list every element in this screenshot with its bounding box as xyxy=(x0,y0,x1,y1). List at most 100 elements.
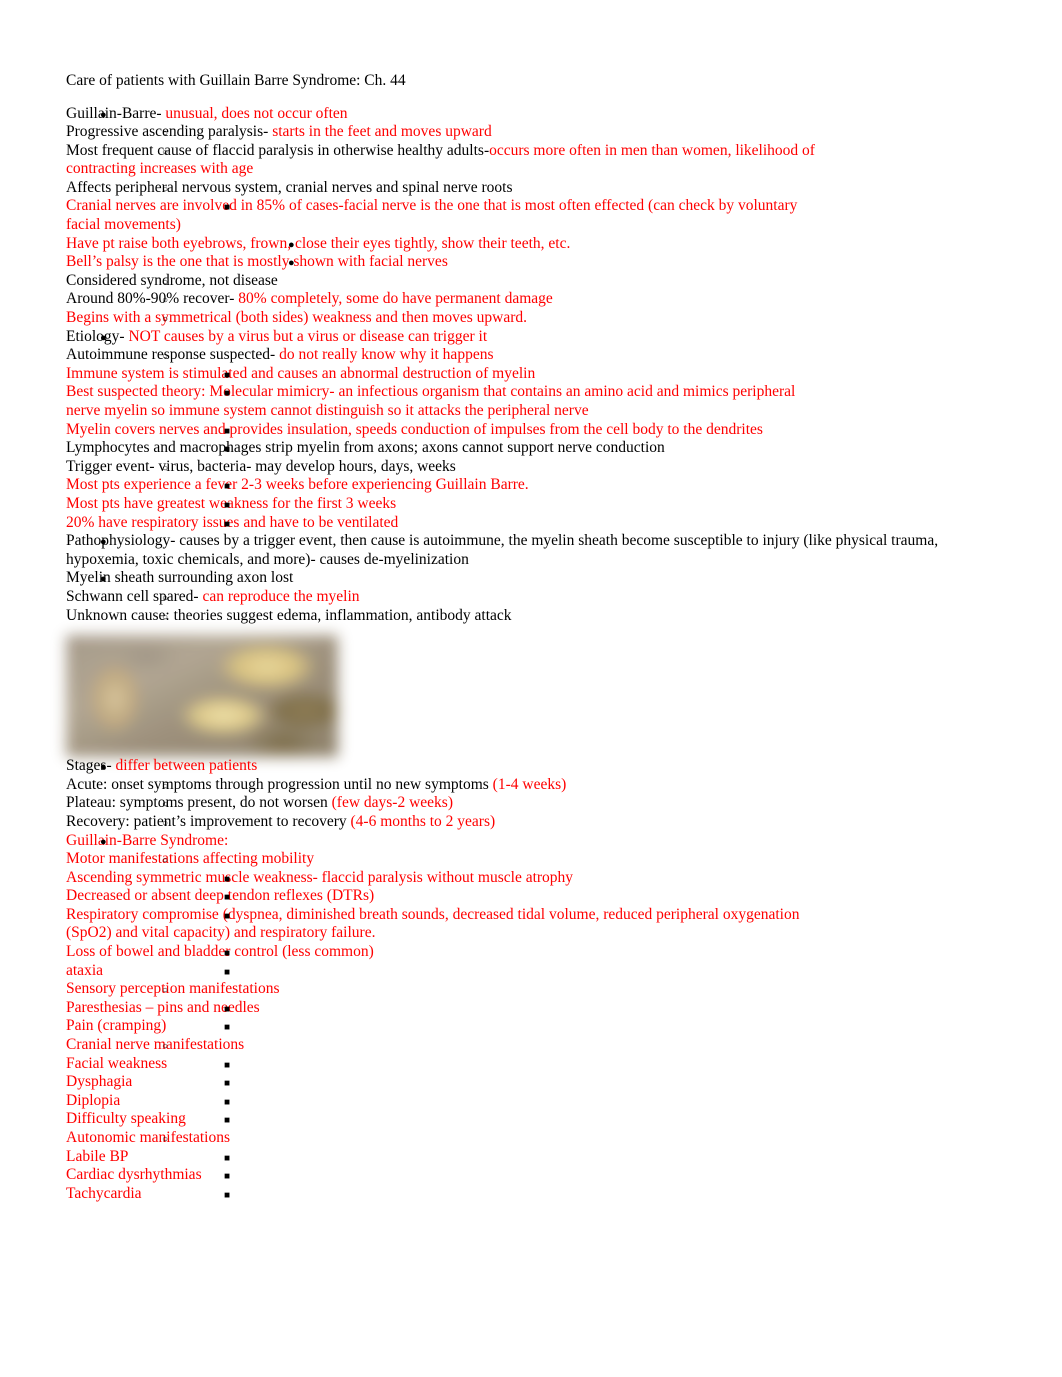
list-item-text-highlight: Have pt raise both eyebrows, frown, clos… xyxy=(66,234,571,252)
bullet-circle-icon xyxy=(162,458,184,479)
list-item-text-highlight: Best suspected theory: Molecular mimicry… xyxy=(66,383,800,419)
list-item: Acute: onset symptoms through progressio… xyxy=(66,776,1002,795)
bullet-square-icon xyxy=(224,421,246,442)
bullet-circle-icon xyxy=(162,290,184,311)
list-item-text-highlight: Motor manifestations affecting mobility xyxy=(66,850,315,868)
bullet-circle-icon xyxy=(162,794,184,815)
list-item-text: Lymphocytes and macrophages strip myelin… xyxy=(66,439,665,457)
list-item-text: Plateau: symptoms present, do not worsen xyxy=(66,794,332,812)
bullet-disc-icon xyxy=(100,569,122,589)
list-item: Best suspected theory: Molecular mimicry… xyxy=(66,383,1002,420)
list-item: Tachycardia xyxy=(66,1185,1002,1204)
bullet-square-icon xyxy=(224,365,246,386)
list-item-text-highlight: Cardiac dysrhythmias xyxy=(66,1166,202,1184)
list-item-text: Unknown cause: theories suggest edema, i… xyxy=(66,606,512,624)
list-item-text-highlight: Immune system is stimulated and causes a… xyxy=(66,364,536,382)
list-item: Autoimmune response suspected- do not re… xyxy=(66,346,1002,365)
list-item: Pain (cramping) xyxy=(66,1017,1002,1036)
list-item-text-highlight: Ascending symmetric muscle weakness- fla… xyxy=(66,868,574,886)
bullet-square-icon xyxy=(224,1092,246,1113)
list-item-text-highlight: (few days-2 weeks) xyxy=(331,794,453,812)
bullet-square-icon xyxy=(224,197,246,218)
list-item: Recovery: patient’s improvement to recov… xyxy=(66,813,1002,832)
list-item-text-highlight: Tachycardia xyxy=(66,1184,142,1202)
list-item: Paresthesias – pins and needles xyxy=(66,999,1002,1018)
list-item: Dysphagia xyxy=(66,1073,1002,1092)
bullet-circle-icon xyxy=(162,142,184,163)
list-item: Pathophysiology- causes by a trigger eve… xyxy=(66,532,1002,569)
list-item: Considered syndrome, not disease xyxy=(66,272,1002,291)
list-item: Affects peripheral nervous system, crani… xyxy=(66,179,1002,198)
list-item: Begins with a symmetrical (both sides) w… xyxy=(66,309,1002,328)
bullet-circle-icon xyxy=(162,1129,184,1150)
bullet-square-icon xyxy=(224,887,246,908)
bullet-disc-icon xyxy=(100,757,122,777)
list-item: Stages- differ between patients xyxy=(66,757,1002,776)
list-item: Diplopia xyxy=(66,1092,1002,1111)
list-item: Myelin sheath surrounding axon lost xyxy=(66,569,1002,588)
list-item: Trigger event- virus, bacteria- may deve… xyxy=(66,458,1002,477)
list-item-text-highlight: starts in the feet and moves upward xyxy=(272,123,492,141)
bullet-circle-icon xyxy=(162,607,184,628)
bullet-square-icon xyxy=(224,1185,246,1206)
bullet-square-icon xyxy=(224,1148,246,1169)
list-item: Loss of bowel and bladder control (less … xyxy=(66,943,1002,962)
list-item: Difficulty speaking xyxy=(66,1110,1002,1129)
bullet-square-icon xyxy=(224,943,246,964)
document-page: Care of patients with Guillain Barre Syn… xyxy=(0,0,1062,1377)
bullet-square-icon xyxy=(224,906,246,927)
bullet-disc-icon xyxy=(288,235,310,255)
list-item-text-highlight: unusual, does not occur often xyxy=(165,104,348,122)
list-item: Guillain-Barre Syndrome: xyxy=(66,832,1002,851)
list-item: Most pts have greatest weakness for the … xyxy=(66,495,1002,514)
bullet-disc-icon xyxy=(100,832,122,852)
list-item-text-highlight: Bell’s palsy is the one that is mostly s… xyxy=(66,253,448,271)
list-item: ataxia xyxy=(66,962,1002,981)
bullet-square-icon xyxy=(224,1055,246,1076)
list-item-text: Most frequent cause of flaccid paralysis… xyxy=(66,141,490,159)
list-item: Bell’s palsy is the one that is mostly s… xyxy=(66,253,1002,272)
bullet-circle-icon xyxy=(162,309,184,330)
outline-continued: Stages- differ between patients Acute: o… xyxy=(66,757,1002,1203)
bullet-circle-icon xyxy=(162,179,184,200)
list-item: Progressive ascending paralysis- starts … xyxy=(66,123,1002,142)
list-item: Ascending symmetric muscle weakness- fla… xyxy=(66,869,1002,888)
list-item-text: Around 80%-90% recover- xyxy=(66,290,239,308)
bullet-square-icon xyxy=(224,383,246,404)
list-item-text-highlight: Pain (cramping) xyxy=(66,1017,167,1035)
list-item-text-highlight: Cranial nerves are involved in 85% of ca… xyxy=(66,197,802,234)
bullet-disc-icon xyxy=(100,105,122,125)
list-item: Labile BP xyxy=(66,1148,1002,1167)
list-item-text-highlight: Guillain-Barre Syndrome: xyxy=(66,831,229,849)
list-item: Guillain-Barre- unusual, does not occur … xyxy=(66,105,1002,124)
bullet-square-icon xyxy=(224,999,246,1020)
list-item: Most frequent cause of flaccid paralysis… xyxy=(66,142,1002,179)
list-item-text-highlight: Difficulty speaking xyxy=(66,1110,186,1128)
bullet-square-icon xyxy=(224,1073,246,1094)
list-item-text: Acute: onset symptoms through progressio… xyxy=(66,775,493,793)
list-item: 20% have respiratory issues and have to … xyxy=(66,514,1002,533)
list-item-text: Recovery: patient’s improvement to recov… xyxy=(66,812,351,830)
list-item: Cardiac dysrhythmias xyxy=(66,1166,1002,1185)
list-item-text-highlight: (4-6 months to 2 years) xyxy=(350,812,496,830)
embedded-figure xyxy=(66,635,338,758)
bullet-disc-icon xyxy=(288,253,310,273)
list-item: Have pt raise both eyebrows, frown, clos… xyxy=(66,235,1002,254)
list-item-text-highlight: 80% completely, some do have permanent d… xyxy=(238,290,553,308)
bullet-square-icon xyxy=(224,1110,246,1131)
list-item: Schwann cell spared- can reproduce the m… xyxy=(66,588,1002,607)
list-item: Immune system is stimulated and causes a… xyxy=(66,365,1002,384)
myelin-axon-illustration-image xyxy=(66,635,338,758)
list-item-text-highlight: Labile BP xyxy=(66,1147,129,1165)
list-item-text-highlight: do not really know why it happens xyxy=(279,346,494,364)
bullet-square-icon xyxy=(224,514,246,535)
bullet-square-icon xyxy=(224,962,246,983)
bullet-square-icon xyxy=(224,1166,246,1187)
bullet-square-icon xyxy=(224,869,246,890)
list-item-text-highlight: ataxia xyxy=(66,961,104,979)
list-item-text: Pathophysiology- causes by a trigger eve… xyxy=(66,532,942,568)
bullet-circle-icon xyxy=(162,813,184,834)
list-item: Cranial nerves are involved in 85% of ca… xyxy=(66,197,1002,234)
list-item-text: Affects peripheral nervous system, crani… xyxy=(66,178,513,196)
bullet-circle-icon xyxy=(162,850,184,871)
